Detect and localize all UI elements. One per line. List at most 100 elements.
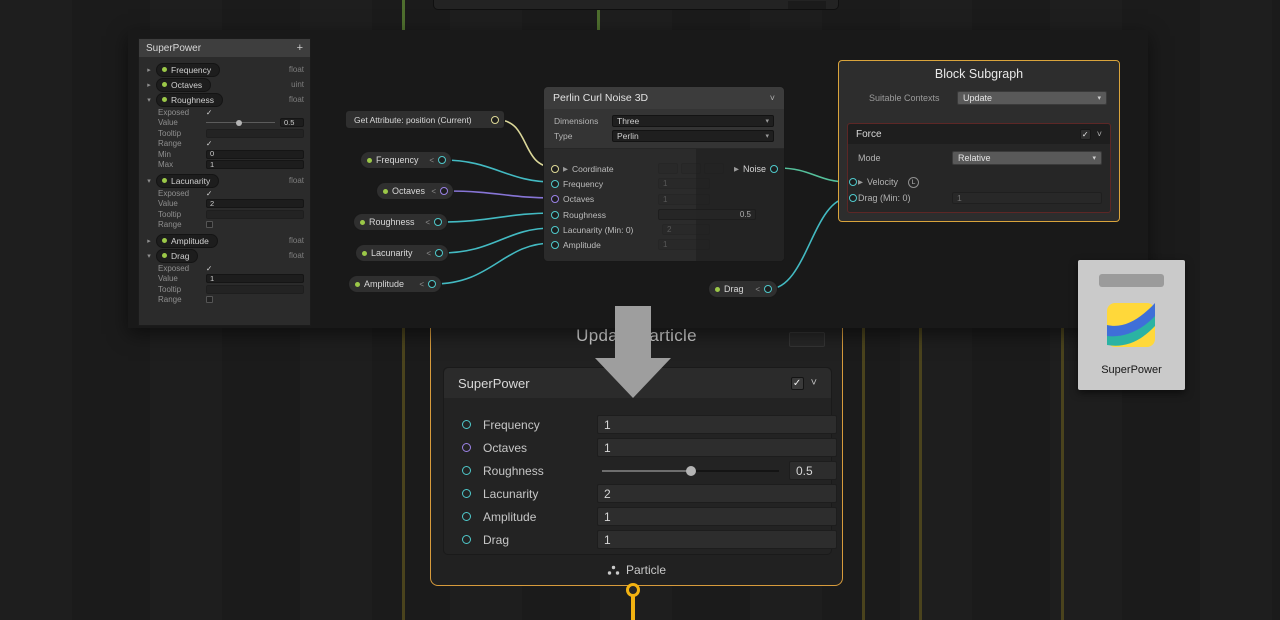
chevron-right-icon[interactable]: ▸ — [145, 66, 153, 74]
chevron-right-icon[interactable]: ▸ — [145, 81, 153, 89]
checkbox-checked[interactable]: ✓ — [206, 139, 212, 148]
param-node-frequency[interactable]: Frequency < — [360, 151, 452, 169]
collapse-chevron-icon[interactable]: ˅ — [811, 377, 817, 389]
checkbox-checked[interactable]: ✓ — [206, 264, 212, 273]
input-port-icon[interactable] — [551, 195, 559, 203]
value-slider[interactable] — [206, 118, 275, 127]
dropdown-caret-icon: ▾ — [1092, 154, 1096, 162]
force-block-header[interactable]: Force ✓ ˅ — [848, 124, 1110, 144]
checkbox-unchecked[interactable] — [206, 221, 213, 228]
output-port-icon[interactable] — [440, 187, 448, 195]
checkbox-checked[interactable]: ✓ — [206, 108, 212, 117]
output-port-icon[interactable] — [491, 116, 499, 124]
max-field[interactable]: 1 — [206, 160, 304, 169]
flow-output-port[interactable] — [626, 583, 640, 597]
dimensions-dropdown[interactable]: Three▾ — [612, 115, 774, 127]
space-badge[interactable] — [789, 332, 825, 347]
input-port-icon[interactable] — [551, 165, 559, 173]
octaves-field[interactable]: 1 — [597, 438, 837, 457]
tooltip-field[interactable] — [206, 210, 304, 219]
param-node-octaves[interactable]: Octaves < — [376, 182, 454, 200]
amplitude-field[interactable]: 1 — [597, 507, 837, 526]
suitable-contexts-dropdown[interactable]: Update▾ — [957, 91, 1107, 105]
slider-handle[interactable] — [236, 120, 242, 126]
roughness-field[interactable]: 0.5 — [789, 461, 837, 480]
checkbox-unchecked[interactable] — [206, 296, 213, 303]
input-port-icon[interactable] — [849, 178, 857, 186]
block-row-lacunarity: Lacunarity 2 — [444, 482, 831, 505]
expander-icon[interactable]: ▶ — [858, 178, 863, 186]
collapse-icon[interactable]: < — [431, 187, 436, 196]
min-field[interactable]: 0 — [206, 150, 304, 159]
type-dropdown[interactable]: Perlin▾ — [612, 130, 774, 142]
output-port-icon[interactable] — [764, 285, 772, 293]
property-row-drag[interactable]: ▾ Drag float — [145, 248, 304, 263]
value-field[interactable]: 1 — [206, 274, 304, 283]
param-node-amplitude[interactable]: Amplitude < — [348, 275, 442, 293]
collapse-icon[interactable]: < — [755, 285, 760, 294]
perlin-curl-noise-node[interactable]: Perlin Curl Noise 3D ˅ Dimensions Three▾… — [543, 86, 785, 262]
collapse-icon[interactable]: < — [419, 280, 424, 289]
drag-value-field[interactable]: 1 — [952, 192, 1102, 204]
param-node-drag[interactable]: Drag < — [708, 280, 778, 298]
collapse-icon[interactable]: < — [426, 249, 431, 258]
property-row-frequency[interactable]: ▸ Frequency float — [145, 62, 304, 77]
collapse-chevron-icon[interactable]: ˅ — [770, 93, 775, 103]
property-row-octaves[interactable]: ▸ Octaves uint — [145, 77, 304, 92]
property-row-roughness[interactable]: ▾ Roughness float — [145, 92, 304, 107]
type-setting: Type Perlin▾ — [544, 128, 784, 143]
uint-port-icon[interactable] — [462, 443, 471, 452]
output-port-icon[interactable] — [434, 218, 442, 226]
local-space-badge[interactable]: L — [908, 177, 919, 188]
output-port-icon[interactable] — [438, 156, 446, 164]
input-port-icon[interactable] — [551, 241, 559, 249]
float-port-icon[interactable] — [462, 535, 471, 544]
tooltip-field[interactable] — [206, 285, 304, 294]
tooltip-field[interactable] — [206, 129, 304, 138]
get-attribute-node[interactable]: Get Attribute: position (Current) — [345, 110, 505, 129]
collapse-chevron-icon[interactable]: ˅ — [1097, 129, 1102, 139]
force-block[interactable]: Force ✓ ˅ Mode Relative▾ ▶ Velocity L — [847, 123, 1111, 213]
float-port-icon[interactable] — [462, 512, 471, 521]
superpower-asset-tile[interactable]: SuperPower — [1078, 260, 1185, 390]
add-property-button[interactable]: + — [297, 42, 303, 54]
input-port-icon[interactable] — [551, 226, 559, 234]
output-port-icon[interactable] — [428, 280, 436, 288]
param-node-roughness[interactable]: Roughness < — [353, 213, 448, 231]
input-port-icon[interactable] — [551, 211, 559, 219]
input-roughness: Roughness 0.5 — [544, 207, 784, 222]
collapse-icon[interactable]: < — [429, 156, 434, 165]
checkbox-checked[interactable]: ✓ — [206, 189, 212, 198]
lacunarity-field[interactable]: 2 — [597, 484, 837, 503]
float-port-icon[interactable] — [462, 489, 471, 498]
value-field[interactable]: 2 — [206, 199, 304, 208]
blackboard-header[interactable]: SuperPower + — [139, 39, 310, 57]
chevron-down-icon[interactable]: ▾ — [145, 96, 153, 104]
chevron-right-icon[interactable]: ▸ — [145, 237, 153, 245]
expander-icon[interactable]: ▶ — [563, 165, 568, 173]
value-field[interactable]: 0.5 — [280, 118, 304, 127]
frequency-field[interactable]: 1 — [597, 415, 837, 434]
block-enabled-checkbox[interactable]: ✓ — [1080, 129, 1091, 140]
mode-dropdown[interactable]: Relative▾ — [952, 151, 1102, 165]
output-port-icon[interactable] — [435, 249, 443, 257]
node-header[interactable]: Perlin Curl Noise 3D ˅ — [544, 87, 784, 109]
property-row-lacunarity[interactable]: ▾ Lacunarity float — [145, 173, 304, 188]
param-node-lacunarity[interactable]: Lacunarity < — [355, 244, 449, 262]
drag-field[interactable]: 1 — [597, 530, 837, 549]
input-port-icon[interactable] — [849, 194, 857, 202]
chevron-down-icon[interactable]: ▾ — [145, 177, 153, 185]
collapse-icon[interactable]: < — [425, 218, 430, 227]
block-subgraph-panel[interactable]: Block Subgraph Suitable Contexts Update▾… — [838, 60, 1120, 222]
roughness-slider[interactable] — [602, 461, 779, 480]
input-port-icon[interactable] — [551, 180, 559, 188]
float-port-icon[interactable] — [462, 420, 471, 429]
float-port-icon[interactable] — [462, 466, 471, 475]
value-row: Value0.5 — [145, 118, 304, 129]
property-row-amplitude[interactable]: ▸ Amplitude float — [145, 233, 304, 248]
block-enabled-checkbox[interactable]: ✓ — [791, 377, 804, 390]
row-label: Amplitude — [483, 510, 536, 524]
asset-label: SuperPower — [1078, 364, 1185, 376]
chevron-down-icon[interactable]: ▾ — [145, 252, 153, 260]
slider-handle[interactable] — [686, 466, 696, 476]
